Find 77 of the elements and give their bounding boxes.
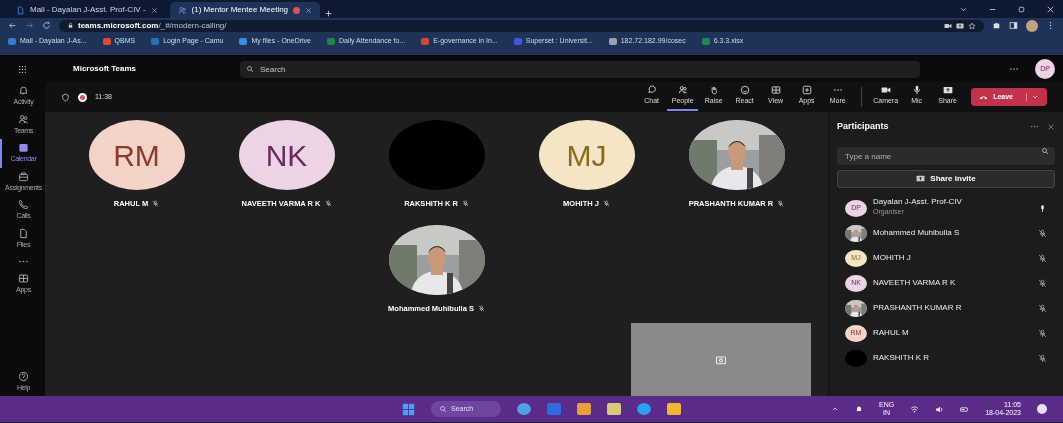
participant-name: PRASHANTH KUMAR R [873, 303, 963, 313]
lock-icon [67, 22, 74, 29]
muted-mic-icon [777, 200, 785, 208]
reload-icon[interactable] [42, 21, 51, 30]
participant-name: MOHITH J [873, 253, 912, 263]
plus-icon [801, 85, 812, 96]
share-icon [942, 85, 953, 96]
blank-avatar [845, 349, 867, 367]
tile-app-icon[interactable] [547, 403, 561, 415]
camera-off-icon [715, 353, 727, 366]
people-icon [677, 85, 688, 96]
address-bar[interactable]: teams.microsoft.com/_#/modern-calling/ [59, 19, 984, 32]
mic-icon [911, 85, 922, 96]
circle-app-icon[interactable] [517, 403, 531, 415]
bag-icon [18, 170, 29, 182]
muted-mic-icon [461, 200, 469, 208]
camera-icon[interactable] [944, 21, 952, 30]
muted-mic-icon [602, 200, 610, 208]
start-icon[interactable] [402, 402, 415, 416]
shield-icon [61, 92, 70, 102]
chat-icon [646, 85, 657, 96]
help-icon [18, 370, 29, 382]
people-icon [18, 113, 29, 125]
file-icon [18, 227, 29, 239]
back-icon[interactable] [8, 21, 17, 30]
close-icon[interactable] [1047, 122, 1055, 131]
ring-app-icon[interactable] [637, 403, 651, 415]
phone-icon [18, 199, 29, 210]
participant-name: RAKSHITH K R [873, 353, 930, 363]
share-icon[interactable] [956, 21, 964, 30]
app-launcher-icon[interactable] [18, 64, 27, 74]
share-invite-button[interactable]: Share invite [837, 169, 1055, 188]
calendar-icon [18, 142, 29, 153]
battery-icon[interactable] [960, 404, 970, 414]
participant-name: Mohammed Muhibulla S [873, 228, 961, 238]
avatar-initials: MJ [566, 137, 607, 174]
search-icon [439, 405, 447, 413]
wifi-icon[interactable] [910, 404, 920, 414]
apps-icon [18, 273, 29, 284]
volume-icon[interactable] [935, 404, 945, 414]
tray-chevron-icon[interactable] [831, 405, 839, 413]
restore-icon[interactable] [1017, 5, 1026, 14]
profile-avatar[interactable] [1026, 19, 1038, 32]
hand-icon [708, 85, 719, 96]
participant-name: RAHUL M [873, 328, 910, 338]
browser-tab[interactable]: Mail - Dayalan J-Asst. Prof-CIV - [8, 2, 166, 18]
bell-icon [18, 85, 29, 96]
people-icon [177, 5, 187, 15]
tray-app-icon[interactable] [855, 405, 863, 413]
share-icon [916, 174, 926, 183]
avatar-initials: NK [265, 137, 308, 174]
search-icon [246, 64, 254, 73]
smile-icon [739, 85, 750, 96]
muted-mic-icon [152, 200, 160, 208]
side-panel-icon[interactable] [1009, 21, 1018, 30]
new-tab-icon[interactable] [324, 9, 334, 18]
url-text: teams.microsoft.com/_#/modern-calling/ [78, 19, 227, 32]
avatar-initials: RM [113, 137, 160, 174]
chevron-icon [1026, 93, 1039, 101]
muted-mic-icon [324, 200, 332, 208]
close-icon[interactable] [150, 6, 158, 14]
browser-tab[interactable]: (1) Mentor Mentee Meeting [169, 2, 321, 18]
search-icon [1041, 146, 1049, 155]
close-icon[interactable] [305, 6, 313, 14]
search-field[interactable]: Type a name [837, 147, 1055, 165]
extensions-icon[interactable] [992, 21, 1001, 30]
participant-name: Dayalan J-Asst. Prof-CIV [873, 198, 963, 208]
muted-mic-icon [477, 305, 485, 313]
app-title: Microsoft Teams [72, 63, 137, 75]
grid-icon [770, 85, 781, 96]
bookmark-star-icon[interactable] [968, 21, 976, 30]
camera-icon [880, 85, 891, 96]
notification-icon[interactable] [1037, 404, 1047, 414]
panel-title: Participants [837, 120, 890, 133]
search-field[interactable]: Search [240, 60, 920, 78]
participant-name: NAVEETH VARMA R K [873, 278, 957, 288]
tab-search-icon[interactable] [959, 5, 968, 14]
